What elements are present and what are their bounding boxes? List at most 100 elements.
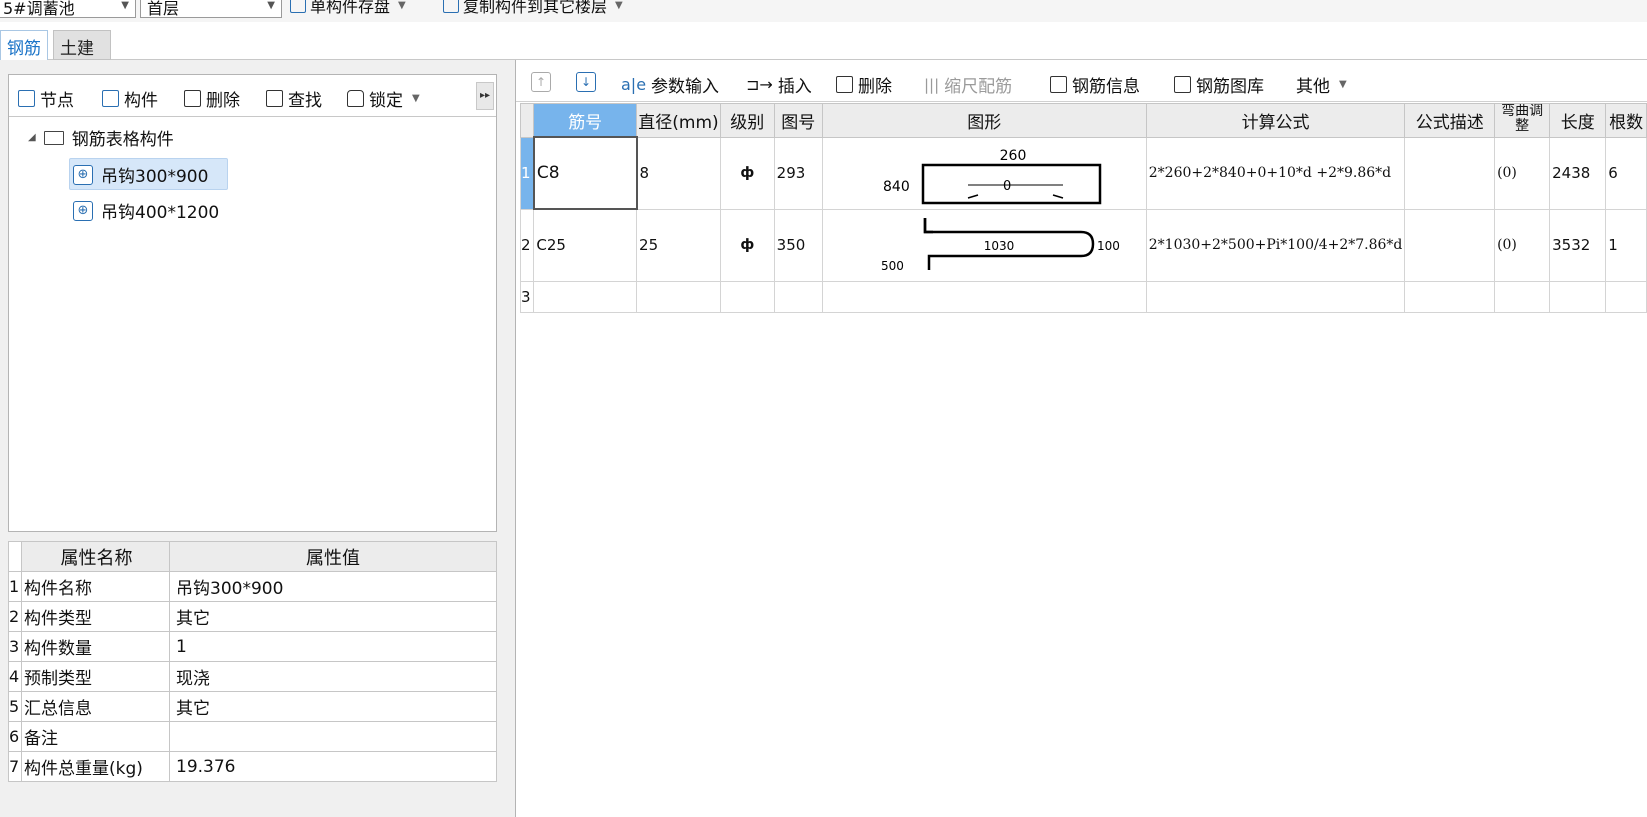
count-cell[interactable] bbox=[1605, 280, 1647, 313]
grid-row[interactable]: 2 C25 25 ф 350 1030 100 500 2*1030+2*500… bbox=[519, 208, 1647, 282]
property-value[interactable]: 1 bbox=[169, 631, 497, 662]
fig-no-cell[interactable]: 350 bbox=[773, 208, 823, 282]
bar-no-cell[interactable]: C8 bbox=[532, 136, 638, 210]
caret-down-icon: ◢ bbox=[28, 132, 36, 143]
length-cell[interactable]: 2438 bbox=[1549, 136, 1607, 210]
tab-bar bbox=[0, 22, 1647, 60]
diameter-cell[interactable] bbox=[636, 280, 721, 313]
bend-adjust-cell[interactable] bbox=[1494, 280, 1551, 313]
tree-item-hook-400x1200[interactable]: ⊕ 吊钩400*1200 bbox=[73, 198, 219, 223]
col-length[interactable]: 长度 bbox=[1549, 103, 1607, 138]
delete-component-button[interactable]: 删除 bbox=[184, 86, 240, 111]
tree-root-label: 钢筋表格构件 bbox=[71, 130, 174, 150]
param-input-button[interactable]: a|e 参数输入 bbox=[621, 72, 719, 97]
grid-row-empty[interactable]: 3 bbox=[519, 280, 1647, 313]
property-value-header: 属性值 bbox=[169, 541, 497, 572]
col-bar-no[interactable]: 筋号 bbox=[533, 103, 638, 138]
bend-adjust-cell[interactable]: (0) bbox=[1494, 208, 1551, 282]
copy-to-floor-button[interactable]: 复制构件到其它楼层 ▼ bbox=[443, 0, 623, 17]
property-row[interactable]: 5 汇总信息 其它 bbox=[8, 691, 497, 722]
delete-row-label: 删除 bbox=[858, 77, 892, 97]
property-value[interactable] bbox=[169, 721, 497, 752]
shape-dim-mid: 0 bbox=[1003, 179, 1011, 194]
expand-toolbar-button[interactable]: ▸▸ bbox=[476, 82, 494, 110]
col-shape[interactable]: 图形 bbox=[821, 103, 1147, 138]
count-cell[interactable]: 6 bbox=[1605, 136, 1647, 210]
property-row[interactable]: 7 构件总重量(kg) 19.376 bbox=[8, 751, 497, 782]
other-label: 其他 bbox=[1296, 77, 1330, 97]
length-cell[interactable]: 3532 bbox=[1549, 208, 1607, 282]
rebar-shape-diagram: 1030 100 500 bbox=[881, 217, 1120, 273]
row-number[interactable]: 2 bbox=[519, 208, 535, 282]
property-row[interactable]: 6 备注 bbox=[8, 721, 497, 752]
property-value[interactable]: 其它 bbox=[169, 601, 497, 632]
diameter-cell[interactable]: 25 bbox=[636, 208, 721, 282]
tab-civil[interactable]: 土建 bbox=[53, 30, 111, 60]
property-value[interactable]: 19.376 bbox=[169, 751, 497, 782]
formula-cell[interactable]: 2*1030+2*500+Pi*100/4+2*7.86*d bbox=[1145, 208, 1406, 282]
col-formula-desc[interactable]: 公式描述 bbox=[1404, 103, 1496, 138]
floor-combo[interactable]: 首层 ▼ bbox=[140, 0, 282, 18]
fig-no-cell[interactable] bbox=[773, 280, 823, 313]
bar-no-cell[interactable]: C25 bbox=[533, 208, 638, 282]
delete-row-button[interactable]: 删除 bbox=[836, 72, 892, 97]
tree-item-hook-300x900[interactable]: ⊕ 吊钩300*900 bbox=[73, 162, 208, 187]
row-number[interactable]: 3 bbox=[519, 280, 535, 313]
panel-splitter[interactable] bbox=[501, 60, 515, 817]
property-row[interactable]: 2 构件类型 其它 bbox=[8, 601, 497, 632]
property-name: 备注 bbox=[21, 721, 170, 752]
fig-no-cell[interactable]: 293 bbox=[773, 136, 823, 210]
property-table: 属性名称 属性值 1 构件名称 吊钩300*900 2 构件类型 其它 3 构件… bbox=[8, 541, 497, 782]
grid-row[interactable]: 1 C8 8 ф 293 260 840 0 2*260+2*840+0+10*… bbox=[519, 136, 1647, 210]
shape-cell[interactable]: 1030 100 500 bbox=[821, 208, 1147, 282]
property-value[interactable]: 其它 bbox=[169, 691, 497, 722]
col-count[interactable]: 根数 bbox=[1605, 103, 1647, 138]
property-row[interactable]: 3 构件数量 1 bbox=[8, 631, 497, 662]
save-single-button[interactable]: 单构件存盘 ▼ bbox=[290, 0, 406, 17]
scale-rebar-button[interactable]: ||| 缩尺配筋 bbox=[924, 72, 1012, 98]
formula-desc-cell[interactable] bbox=[1404, 136, 1496, 210]
col-diameter[interactable]: 直径(mm) bbox=[636, 103, 721, 138]
col-formula[interactable]: 计算公式 bbox=[1145, 103, 1406, 138]
insert-row-icon: ⊐→ bbox=[746, 75, 773, 94]
shape-cell[interactable] bbox=[821, 280, 1147, 313]
property-row[interactable]: 1 构件名称 吊钩300*900 bbox=[8, 571, 497, 602]
add-node-button[interactable]: 节点 bbox=[18, 86, 74, 111]
property-row[interactable]: 4 预制类型 现浇 bbox=[8, 661, 497, 692]
formula-cell[interactable]: 2*260+2*840+0+10*d +2*9.86*d bbox=[1145, 136, 1406, 210]
move-down-button[interactable]: ↓ bbox=[576, 72, 596, 92]
tree-root[interactable]: ◢ 钢筋表格构件 bbox=[28, 125, 174, 150]
tab-rebar[interactable]: 钢筋 bbox=[0, 30, 48, 60]
lock-icon bbox=[347, 90, 364, 107]
shape-cell[interactable]: 260 840 0 bbox=[821, 136, 1147, 210]
formula-desc-cell[interactable] bbox=[1404, 208, 1496, 282]
formula-cell[interactable] bbox=[1145, 280, 1406, 313]
property-value[interactable]: 现浇 bbox=[169, 661, 497, 692]
rebar-info-label: 钢筋信息 bbox=[1072, 77, 1140, 97]
count-cell[interactable]: 1 bbox=[1605, 208, 1647, 282]
diameter-cell[interactable]: 8 bbox=[636, 136, 721, 210]
formula-desc-cell[interactable] bbox=[1404, 280, 1496, 313]
rebar-library-button[interactable]: 钢筋图库 bbox=[1174, 72, 1264, 97]
col-bend-adjust[interactable]: 弯曲调整 bbox=[1494, 103, 1551, 138]
property-value[interactable]: 吊钩300*900 bbox=[169, 571, 497, 602]
col-grade[interactable]: 级别 bbox=[719, 103, 775, 138]
add-component-button[interactable]: 构件 bbox=[102, 86, 158, 111]
move-up-button[interactable]: ↑ bbox=[531, 72, 551, 92]
grade-cell[interactable]: ф bbox=[719, 136, 775, 210]
bend-adjust-cell[interactable]: (0) bbox=[1494, 136, 1551, 210]
col-fig-no[interactable]: 图号 bbox=[773, 103, 823, 138]
insert-button[interactable]: ⊐→ 插入 bbox=[746, 72, 812, 97]
grade-cell[interactable] bbox=[719, 280, 775, 313]
property-name: 汇总信息 bbox=[21, 691, 170, 722]
row-number[interactable]: 1 bbox=[519, 136, 535, 210]
row-number: 1 bbox=[8, 571, 22, 602]
length-cell[interactable] bbox=[1549, 280, 1607, 313]
other-menu-button[interactable]: 其他 ▼ bbox=[1296, 72, 1347, 97]
component-combo[interactable]: 5#调蓄池 ▼ bbox=[0, 0, 136, 18]
lock-button[interactable]: 锁定 ▼ bbox=[347, 86, 420, 111]
grade-cell[interactable]: ф bbox=[719, 208, 775, 282]
find-button[interactable]: 查找 bbox=[266, 86, 322, 111]
rebar-info-button[interactable]: 钢筋信息 bbox=[1050, 72, 1140, 97]
bar-no-cell[interactable] bbox=[533, 280, 638, 313]
